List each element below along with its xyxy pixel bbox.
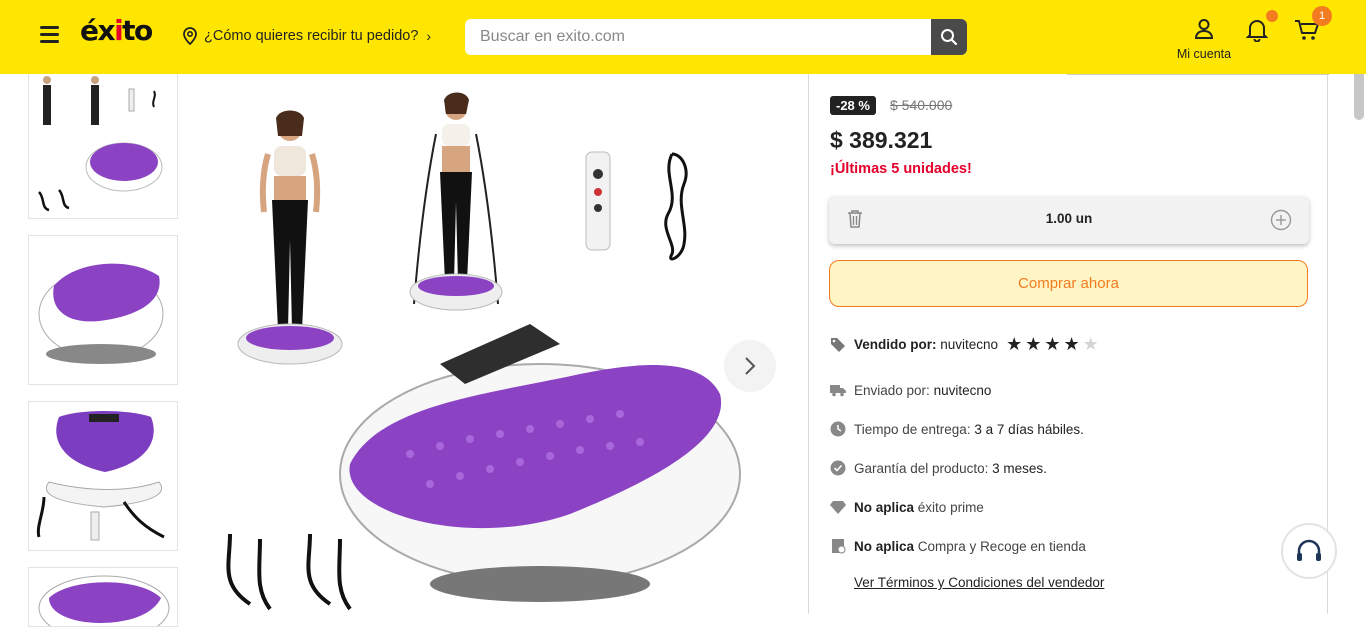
gallery-thumbnail[interactable]: [28, 401, 178, 551]
delivery-label: Tiempo de entrega:: [854, 421, 971, 437]
location-pin-icon: [183, 27, 197, 45]
gallery-thumbnail[interactable]: [28, 235, 178, 385]
notification-dot: [1266, 10, 1278, 22]
product-purchase-panel: -28 % $ 540.000 $ 389.321 ¡Últimas 5 uni…: [808, 74, 1329, 614]
seller-name[interactable]: nuvitecno: [940, 337, 998, 352]
product-thumbnail-image: [36, 411, 165, 541]
seller-label: Vendido por:: [854, 336, 937, 352]
quantity-value: 1.00 un: [1045, 211, 1093, 226]
prime-text: éxito prime: [917, 499, 984, 515]
search-input[interactable]: [465, 19, 931, 55]
cart-button[interactable]: 1: [1294, 6, 1332, 47]
pickup-text: Compra y Recoge en tienda: [917, 538, 1086, 554]
seller-info: Vendido por: nuvitecno ★ ★ ★ ★ ★: [830, 335, 1102, 353]
location-prompt: ¿Cómo quieres recibir tu pedido?: [204, 28, 419, 44]
prime-status: No aplica: [854, 499, 915, 515]
badge-check-icon: [830, 460, 846, 476]
stock-notice: ¡Últimas 5 unidades!: [830, 161, 972, 177]
search-bar: [465, 19, 967, 55]
seller-terms-link[interactable]: Ver Términos y Condiciones del vendedor: [854, 575, 1104, 590]
star-filled-icon: ★: [1063, 334, 1080, 354]
discount-badge: -28 %: [830, 96, 876, 115]
top-header: éxito ¿Cómo quieres recibir tu pedido? ›…: [0, 0, 1366, 74]
bell-icon: [1245, 20, 1269, 43]
gallery-thumbnail[interactable]: [28, 66, 178, 219]
product-thumbnail-image: [38, 76, 163, 212]
account-button[interactable]: Mi cuenta: [1172, 18, 1236, 61]
old-price: $ 540.000: [890, 97, 953, 113]
tag-icon: [830, 336, 846, 352]
delivery-location-selector[interactable]: ¿Cómo quieres recibir tu pedido? ›: [182, 27, 431, 45]
warranty-label: Garantía del producto:: [854, 460, 989, 476]
truck-icon: [830, 382, 846, 398]
menu-icon[interactable]: [40, 26, 59, 44]
star-empty-icon: ★: [1082, 334, 1099, 354]
star-filled-icon: ★: [1044, 334, 1061, 354]
notifications-button[interactable]: [1245, 10, 1278, 47]
vibration-platform-image: [226, 92, 741, 611]
headset-icon: [1297, 539, 1321, 561]
search-button[interactable]: [931, 19, 967, 55]
store-icon: [830, 538, 846, 554]
user-icon: [1194, 19, 1214, 39]
gallery-thumbnail[interactable]: [28, 567, 178, 627]
shipped-by: nuvitecno: [933, 382, 992, 398]
product-thumbnail-image: [38, 575, 170, 626]
current-price: $ 389.321: [830, 127, 933, 153]
pickup-info: No aplica Compra y Recoge en tienda: [830, 538, 1086, 554]
pickup-status: No aplica: [854, 538, 915, 554]
star-filled-icon: ★: [1025, 334, 1042, 354]
seller-rating: ★ ★ ★ ★ ★: [1006, 335, 1102, 353]
exito-logo[interactable]: éxito: [80, 14, 153, 47]
warranty-info: Garantía del producto: 3 meses.: [830, 460, 1047, 476]
product-thumbnail-image: [38, 263, 164, 364]
warranty-value: 3 meses.: [992, 460, 1047, 476]
main-product-image[interactable]: [210, 74, 790, 612]
shipped-label: Enviado por:: [854, 382, 930, 398]
plus-icon[interactable]: [1270, 209, 1292, 236]
account-label: Mi cuenta: [1176, 47, 1232, 61]
diamond-icon: [830, 499, 846, 515]
panel-divider: [1067, 74, 1329, 75]
prime-info: No aplica éxito prime: [830, 499, 984, 515]
buy-now-button[interactable]: Comprar ahora: [829, 260, 1308, 307]
star-filled-icon: ★: [1006, 334, 1023, 354]
search-icon: [941, 29, 958, 46]
shipping-info: Enviado por: nuvitecno: [830, 382, 991, 398]
cart-count-badge: 1: [1312, 6, 1332, 26]
chevron-right-icon: ›: [426, 28, 432, 44]
clock-icon: [830, 421, 846, 437]
delivery-value: 3 a 7 días hábiles.: [974, 421, 1084, 437]
quantity-stepper: 1.00 un: [829, 196, 1309, 244]
chevron-right-icon: [745, 357, 756, 375]
next-image-button[interactable]: [724, 340, 776, 392]
help-chat-button[interactable]: [1281, 523, 1337, 579]
delivery-info: Tiempo de entrega: 3 a 7 días hábiles.: [830, 421, 1084, 437]
